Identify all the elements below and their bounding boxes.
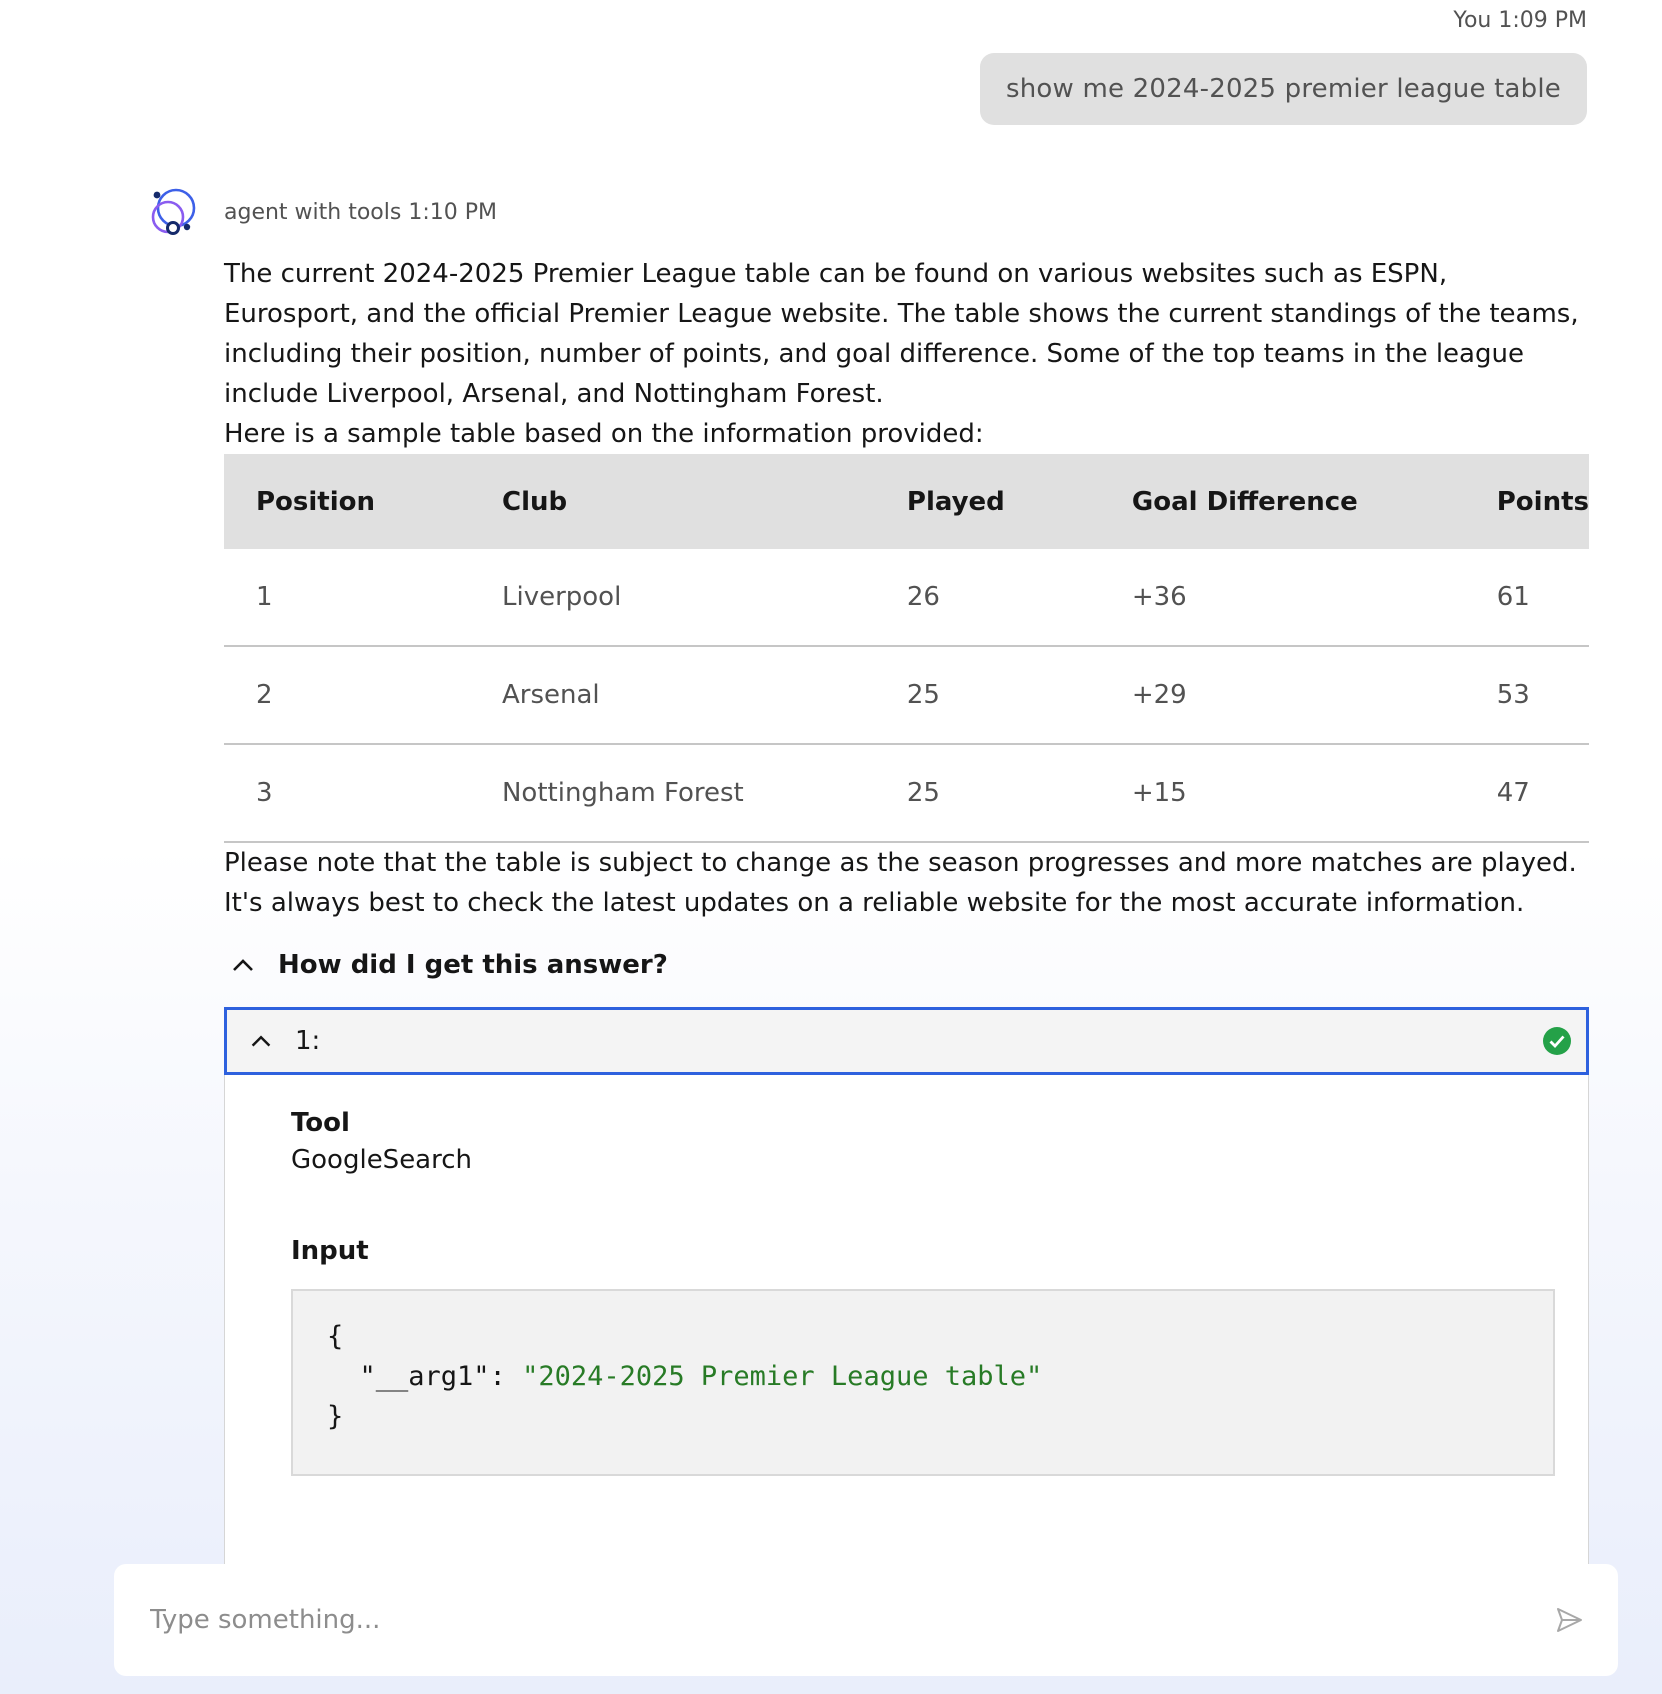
agent-avatar-icon	[151, 188, 196, 235]
how-did-i-get-this-answer-toggle[interactable]: How did I get this answer?	[224, 950, 668, 980]
cell-position: 3	[224, 744, 470, 843]
how-toggle-label: How did I get this answer?	[278, 950, 668, 980]
chevron-up-icon	[233, 959, 253, 971]
code-string-value: "2024-2025 Premier League table"	[522, 1361, 1043, 1392]
table-row: 2 Arsenal 25 +29 53	[224, 646, 1589, 745]
header-club: Club	[469, 454, 875, 549]
cell-played: 26	[874, 549, 1100, 647]
input-label: Input	[291, 1236, 369, 1266]
cell-goal-difference: +15	[1099, 744, 1465, 843]
agent-answer: The current 2024-2025 Premier League tab…	[224, 254, 1589, 923]
user-message-meta: You 1:09 PM	[1453, 8, 1587, 33]
tool-value: GoogleSearch	[291, 1145, 473, 1175]
cell-club: Arsenal	[469, 646, 875, 745]
code-key: "__arg1":	[359, 1361, 523, 1392]
step-1-header[interactable]: 1:	[224, 1007, 1589, 1075]
user-message-bubble: show me 2024-2025 premier league table	[980, 53, 1587, 125]
header-goal-difference: Goal Difference	[1099, 454, 1465, 549]
cell-club: Liverpool	[469, 549, 875, 647]
cell-goal-difference: +29	[1099, 646, 1465, 745]
header-played: Played	[874, 454, 1100, 549]
cell-position: 2	[224, 646, 470, 745]
message-composer	[114, 1564, 1618, 1676]
cell-position: 1	[224, 549, 470, 647]
chevron-up-icon	[251, 1035, 271, 1047]
user-time: 1:09 PM	[1498, 8, 1587, 33]
agent-sender: agent with tools	[224, 200, 402, 225]
header-position: Position	[224, 454, 470, 549]
tool-label: Tool	[291, 1108, 350, 1138]
reasoning-steps: 1: Tool GoogleSearch Input { "__arg1": "…	[224, 1007, 1589, 1582]
send-icon[interactable]	[1554, 1605, 1584, 1635]
cell-played: 25	[874, 744, 1100, 843]
cell-club: Nottingham Forest	[469, 744, 875, 843]
code-open-brace: {	[327, 1321, 344, 1352]
standings-table: Position Club Played Goal Difference Poi…	[224, 454, 1589, 843]
table-intro: Here is a sample table based on the info…	[224, 419, 984, 449]
cell-goal-difference: +36	[1099, 549, 1465, 647]
user-sender: You	[1453, 8, 1492, 33]
check-circle-icon	[1543, 1027, 1571, 1055]
cell-points: 61	[1464, 549, 1589, 647]
header-points: Points	[1464, 454, 1589, 549]
step-1-body: Tool GoogleSearch Input { "__arg1": "202…	[224, 1075, 1589, 1582]
code-close-brace: }	[327, 1401, 344, 1432]
input-code-block: { "__arg1": "2024-2025 Premier League ta…	[291, 1289, 1555, 1476]
table-row: 1 Liverpool 26 +36 61	[224, 549, 1589, 647]
answer-intro: The current 2024-2025 Premier League tab…	[224, 259, 1579, 409]
answer-note: Please note that the table is subject to…	[224, 848, 1577, 918]
table-header-row: Position Club Played Goal Difference Poi…	[224, 454, 1589, 549]
cell-points: 53	[1464, 646, 1589, 745]
cell-points: 47	[1464, 744, 1589, 843]
table-row: 3 Nottingham Forest 25 +15 47	[224, 744, 1589, 843]
agent-time: 1:10 PM	[408, 200, 497, 225]
agent-message-meta: agent with tools 1:10 PM	[224, 200, 497, 225]
cell-played: 25	[874, 646, 1100, 745]
message-input[interactable]	[148, 1604, 1554, 1636]
step-1-title: 1:	[295, 1026, 321, 1056]
